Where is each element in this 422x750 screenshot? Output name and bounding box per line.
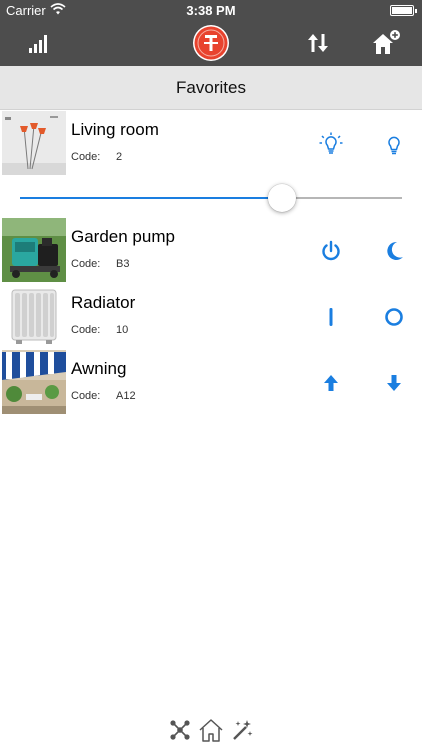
scenes-button[interactable]	[228, 716, 256, 744]
code-label: Code:	[71, 151, 101, 163]
code-value: 10	[116, 324, 129, 336]
device-row[interactable]: Garden pump Code: B3	[0, 218, 422, 284]
code-value: B3	[116, 258, 130, 270]
dimmer-slider[interactable]	[20, 183, 402, 213]
app-logo-icon	[193, 25, 229, 61]
app-logo-button[interactable]	[191, 25, 231, 61]
status-bar: Carrier 3:38 PM	[0, 0, 422, 20]
home-outline-icon	[199, 719, 223, 742]
code-value: A12	[116, 390, 136, 402]
switch-off-button[interactable]	[378, 301, 410, 333]
magic-wand-icon	[233, 720, 253, 740]
device-name: Living room	[71, 120, 159, 139]
device-row[interactable]: Living room Code: 2	[0, 111, 422, 177]
status-time: 3:38 PM	[186, 3, 236, 18]
add-home-button[interactable]	[368, 26, 404, 60]
arrow-down-icon	[387, 375, 401, 391]
light-on-button[interactable]	[315, 128, 347, 160]
section-title: Favorites	[0, 66, 422, 110]
add-home-icon	[373, 30, 400, 54]
arrow-up-icon	[324, 375, 338, 391]
network-button[interactable]	[166, 716, 194, 744]
sort-arrows-icon	[308, 34, 328, 52]
radiator-thumbnail	[2, 284, 66, 348]
awning-down-button[interactable]	[378, 367, 410, 399]
on-bar-icon	[329, 308, 333, 326]
sleep-button[interactable]	[378, 235, 410, 267]
sort-button[interactable]	[301, 26, 335, 60]
code-label: Code:	[71, 258, 101, 270]
lightbulb-on-icon	[319, 132, 343, 154]
device-name: Awning	[71, 359, 127, 378]
slider-track-filled	[20, 197, 282, 199]
light-off-button[interactable]	[378, 128, 410, 160]
awning-up-button[interactable]	[315, 367, 347, 399]
device-name: Radiator	[71, 293, 136, 312]
living-room-thumbnail	[2, 111, 66, 175]
signal-button[interactable]	[24, 26, 54, 60]
moon-icon	[387, 241, 403, 260]
device-name: Garden pump	[71, 227, 175, 246]
battery-icon	[390, 5, 417, 16]
power-on-button[interactable]	[315, 235, 347, 267]
awning-thumbnail	[2, 350, 66, 414]
power-icon	[322, 240, 340, 261]
off-circle-icon	[385, 308, 403, 326]
device-row[interactable]: Awning Code: A12	[0, 350, 422, 416]
code-value: 2	[116, 151, 123, 163]
slider-thumb[interactable]	[267, 184, 296, 212]
device-row[interactable]: Radiator Code: 10	[0, 284, 422, 350]
code-label: Code:	[71, 390, 101, 402]
signal-bars-icon	[29, 35, 47, 53]
lightbulb-off-icon	[388, 136, 400, 155]
bottom-toolbar	[0, 714, 422, 750]
code-label: Code:	[71, 324, 101, 336]
garden-pump-thumbnail	[2, 218, 66, 282]
slider-track	[281, 197, 402, 199]
switch-on-button[interactable]	[315, 301, 347, 333]
top-toolbar	[0, 20, 422, 66]
network-icon	[170, 720, 190, 740]
home-button[interactable]	[197, 716, 225, 744]
